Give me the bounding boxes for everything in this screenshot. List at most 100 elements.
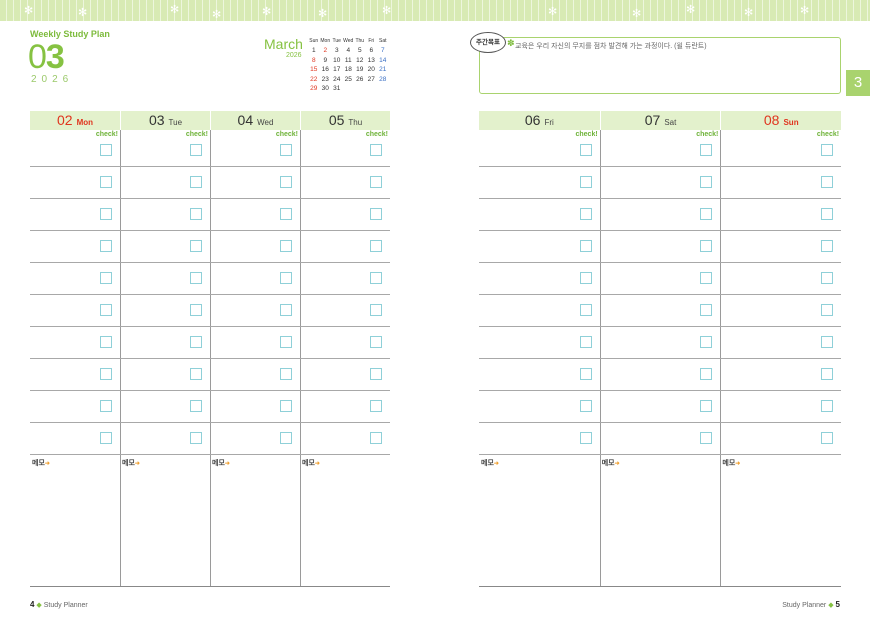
task-checkbox[interactable] [700, 304, 713, 316]
task-checkbox[interactable] [370, 432, 382, 444]
task-checkbox[interactable] [370, 400, 382, 412]
task-checkbox[interactable] [821, 432, 834, 444]
task-checkbox[interactable] [100, 240, 112, 252]
row-line [479, 294, 842, 295]
task-checkbox[interactable] [190, 272, 202, 284]
task-checkbox[interactable] [190, 432, 202, 444]
task-checkbox[interactable] [579, 144, 592, 156]
task-checkbox[interactable] [100, 176, 112, 188]
task-checkbox[interactable] [821, 368, 834, 380]
task-checkbox[interactable] [190, 176, 202, 188]
task-checkbox[interactable] [700, 272, 713, 284]
row-line [30, 454, 390, 455]
task-checkbox[interactable] [700, 432, 713, 444]
task-checkbox[interactable] [100, 368, 112, 380]
task-checkbox[interactable] [280, 336, 292, 348]
task-checkbox[interactable] [100, 400, 112, 412]
task-checkbox[interactable] [190, 208, 202, 220]
task-checkbox[interactable] [579, 336, 592, 348]
task-checkbox[interactable] [370, 304, 382, 316]
task-checkbox[interactable] [821, 336, 834, 348]
task-checkbox[interactable] [821, 144, 834, 156]
task-checkbox[interactable] [821, 176, 834, 188]
task-checkbox[interactable] [700, 400, 713, 412]
day-name: Sun [783, 118, 799, 127]
task-checkbox[interactable] [370, 368, 382, 380]
task-checkbox[interactable] [579, 368, 592, 380]
band-stripe [818, 0, 819, 21]
band-stripe [790, 0, 791, 21]
band-stripe [188, 0, 189, 21]
task-checkbox[interactable] [700, 208, 713, 220]
snowflake-icon: ✻ [382, 4, 392, 17]
task-checkbox[interactable] [190, 144, 202, 156]
day-number: 02 [56, 112, 73, 128]
row-line [30, 230, 390, 231]
task-checkbox[interactable] [280, 176, 292, 188]
task-checkbox[interactable] [280, 432, 292, 444]
task-checkbox[interactable] [700, 368, 713, 380]
band-stripe [517, 0, 518, 21]
task-checkbox[interactable] [370, 240, 382, 252]
task-checkbox[interactable] [579, 272, 592, 284]
weekly-goal-quote: 교육은 우리 자신의 무지를 점차 발견해 가는 과정이다. (윌 듀란트) [515, 43, 707, 50]
band-stripe [244, 0, 245, 21]
band-stripe [69, 0, 70, 21]
band-stripe [629, 0, 630, 21]
month-side-tab[interactable]: 3 [846, 70, 870, 96]
task-checkbox[interactable] [280, 368, 292, 380]
band-stripe [734, 0, 735, 21]
row-line [30, 422, 390, 423]
task-checkbox[interactable] [190, 304, 202, 316]
task-checkbox[interactable] [821, 304, 834, 316]
task-checkbox[interactable] [700, 240, 713, 252]
band-stripe [706, 0, 707, 21]
task-checkbox[interactable] [190, 400, 202, 412]
task-checkbox[interactable] [821, 400, 834, 412]
task-checkbox[interactable] [821, 240, 834, 252]
task-checkbox[interactable] [579, 304, 592, 316]
task-checkbox[interactable] [579, 400, 592, 412]
task-checkbox[interactable] [190, 336, 202, 348]
task-checkbox[interactable] [280, 304, 292, 316]
mini-calendar-weekday: Sat [378, 38, 387, 44]
band-stripe [510, 0, 511, 21]
task-checkbox[interactable] [190, 368, 202, 380]
task-checkbox[interactable] [100, 144, 112, 156]
row-line [30, 358, 390, 359]
band-stripe [48, 0, 49, 21]
task-checkbox[interactable] [280, 400, 292, 412]
band-stripe [664, 0, 665, 21]
band-stripe [272, 0, 273, 21]
task-checkbox[interactable] [579, 240, 592, 252]
task-checkbox[interactable] [821, 208, 834, 220]
task-checkbox[interactable] [370, 272, 382, 284]
task-checkbox[interactable] [579, 208, 592, 220]
task-checkbox[interactable] [700, 336, 713, 348]
task-checkbox[interactable] [700, 176, 713, 188]
task-checkbox[interactable] [700, 144, 713, 156]
task-checkbox[interactable] [370, 208, 382, 220]
task-checkbox[interactable] [100, 272, 112, 284]
task-checkbox[interactable] [280, 144, 292, 156]
task-checkbox[interactable] [100, 432, 112, 444]
band-stripe [433, 0, 434, 21]
mini-calendar-day: 25 [344, 75, 352, 83]
task-checkbox[interactable] [821, 272, 834, 284]
memo-bottom-line [479, 586, 842, 587]
task-checkbox[interactable] [100, 304, 112, 316]
task-checkbox[interactable] [370, 176, 382, 188]
task-checkbox[interactable] [100, 208, 112, 220]
task-checkbox[interactable] [100, 336, 112, 348]
footer-dot-icon: ◆ [36, 602, 42, 609]
task-checkbox[interactable] [579, 176, 592, 188]
task-checkbox[interactable] [190, 240, 202, 252]
task-checkbox[interactable] [370, 144, 382, 156]
task-checkbox[interactable] [280, 240, 292, 252]
task-checkbox[interactable] [280, 208, 292, 220]
task-checkbox[interactable] [579, 432, 592, 444]
memo-label: 메모➜ [722, 458, 740, 468]
memo-label: 메모➜ [32, 458, 50, 468]
task-checkbox[interactable] [370, 336, 382, 348]
task-checkbox[interactable] [280, 272, 292, 284]
